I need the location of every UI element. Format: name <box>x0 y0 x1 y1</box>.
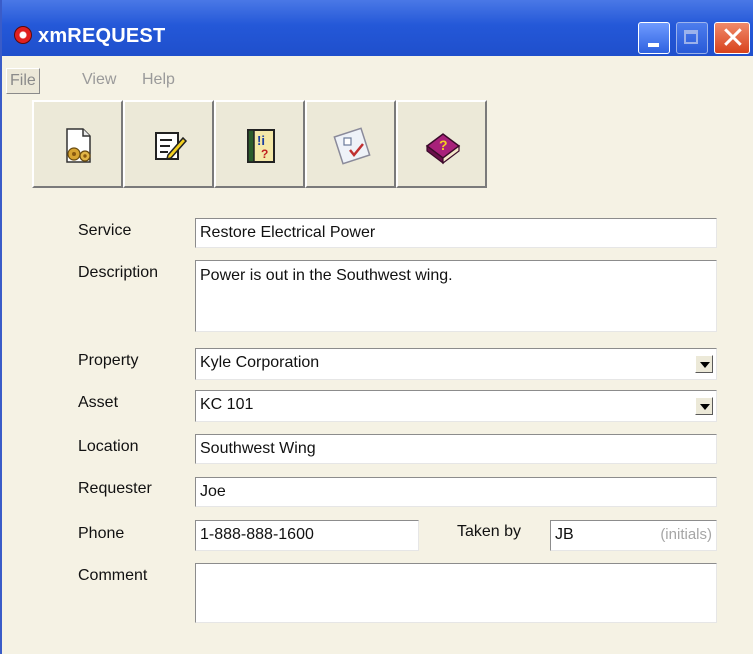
initials-hint: (initials) <box>660 526 712 543</box>
phone-label: Phone <box>78 525 125 542</box>
toolbar-new-request-button[interactable] <box>32 100 123 188</box>
property-label: Property <box>78 352 139 369</box>
maximize-icon <box>684 30 698 44</box>
edit-icon <box>155 132 188 161</box>
description-field[interactable]: Power is out in the Southwest wing. <box>195 260 717 332</box>
new-request-icon <box>66 128 91 163</box>
minimize-icon <box>648 43 659 47</box>
toolbar-checklist-button[interactable] <box>305 100 396 188</box>
asset-label: Asset <box>78 394 119 411</box>
toolbar-help-button[interactable]: ? <box>396 100 487 188</box>
help-book-icon: ? <box>425 133 461 165</box>
property-value: Kyle Corporation <box>200 354 320 371</box>
menu-view[interactable]: View <box>82 68 116 92</box>
title-bar[interactable]: xmREQUEST ✕ <box>2 0 753 56</box>
taken-by-value: JB <box>555 526 574 543</box>
location-label: Location <box>78 438 139 455</box>
asset-value: KC 101 <box>200 396 254 413</box>
app-window: xmREQUEST ✕ File View Help !i ? ? Servic… <box>0 0 753 654</box>
info-book-icon: !i ? <box>247 129 275 163</box>
service-field[interactable]: Restore Electrical Power <box>195 218 717 248</box>
toolbar-info-button[interactable]: !i ? <box>214 100 305 188</box>
close-icon: ✕ <box>720 21 746 56</box>
comment-label: Comment <box>78 567 148 584</box>
app-icon[interactable] <box>14 26 32 44</box>
location-field[interactable]: Southwest Wing <box>195 434 717 464</box>
window-title: xmREQUEST <box>38 25 166 47</box>
checklist-icon <box>333 127 371 165</box>
description-label: Description <box>78 264 159 281</box>
taken-by-label: Taken by <box>457 523 522 540</box>
menu-help[interactable]: Help <box>142 68 175 92</box>
requester-field[interactable]: Joe <box>195 477 717 507</box>
service-label: Service <box>78 222 132 239</box>
svg-text:?: ? <box>439 137 448 153</box>
toolbar-edit-button[interactable] <box>123 100 214 188</box>
requester-label: Requester <box>78 480 152 497</box>
comment-field[interactable] <box>195 563 717 623</box>
svg-text:!i: !i <box>257 133 265 148</box>
property-select[interactable]: Kyle Corporation <box>195 348 717 380</box>
property-dropdown-icon[interactable] <box>695 355 713 373</box>
menu-file[interactable]: File <box>6 68 40 94</box>
close-button[interactable]: ✕ <box>714 21 750 56</box>
asset-dropdown-icon[interactable] <box>695 397 713 415</box>
minimize-button[interactable] <box>638 22 670 54</box>
svg-text:?: ? <box>261 147 268 161</box>
maximize-button[interactable] <box>676 22 708 54</box>
taken-by-field[interactable]: JB (initials) <box>550 520 717 551</box>
asset-select[interactable]: KC 101 <box>195 390 717 422</box>
phone-field[interactable]: 1-888-888-1600 <box>195 520 419 551</box>
menu-bar: File View Help <box>2 68 753 94</box>
